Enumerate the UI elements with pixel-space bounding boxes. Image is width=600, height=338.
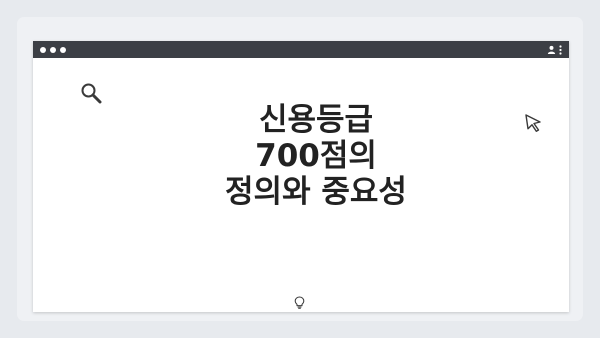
title-line: 신용등급	[258, 102, 374, 138]
maximize-dot[interactable]	[60, 46, 66, 53]
title-line: 정의와 중요성	[225, 174, 407, 210]
title-line: 700점의	[255, 138, 377, 174]
page-title: 신용등급 700점의 정의와 중요성	[33, 102, 569, 210]
minimize-dot[interactable]	[50, 46, 56, 53]
content-area: 신용등급 700점의 정의와 중요성	[33, 58, 569, 312]
browser-topbar	[33, 41, 569, 58]
cursor-icon	[524, 113, 544, 137]
window-controls	[40, 46, 66, 53]
lightbulb-icon	[294, 294, 305, 313]
user-icon[interactable]	[547, 45, 556, 54]
more-vert-icon[interactable]	[559, 44, 562, 55]
close-dot[interactable]	[40, 46, 46, 53]
toolbar-icons	[547, 44, 562, 55]
browser-window: 신용등급 700점의 정의와 중요성	[33, 41, 569, 312]
